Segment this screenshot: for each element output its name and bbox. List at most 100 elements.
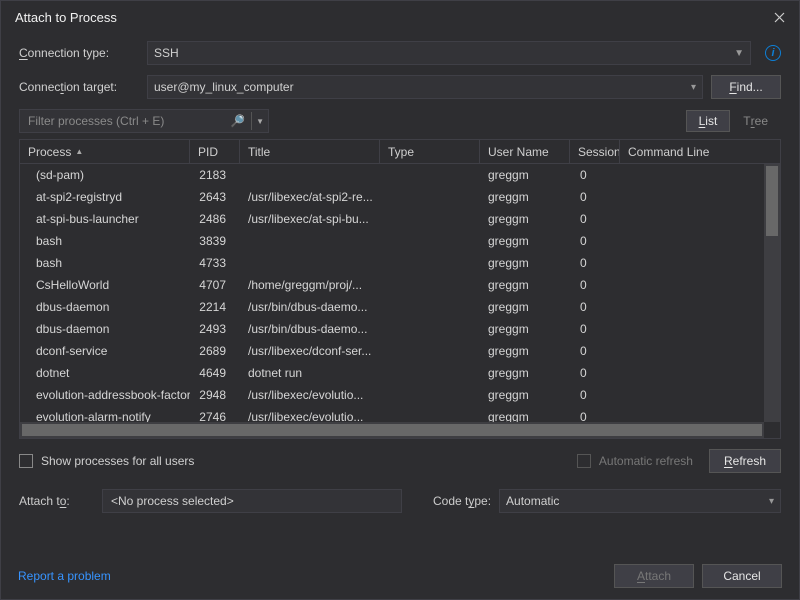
- table-row[interactable]: (sd-pam)2183greggm0: [20, 164, 764, 186]
- cell-session: 0: [570, 362, 620, 384]
- cell-session: 0: [570, 296, 620, 318]
- cell-process: (sd-pam): [20, 164, 190, 186]
- table-row[interactable]: dotnet4649dotnet rungreggm0: [20, 362, 764, 384]
- cell-cmd: [620, 252, 715, 274]
- cell-process: evolution-alarm-notify: [20, 406, 190, 422]
- cell-process: at-spi2-registryd: [20, 186, 190, 208]
- scrollbar-thumb[interactable]: [766, 166, 778, 236]
- cell-type: [380, 384, 480, 406]
- cell-type: [380, 164, 480, 186]
- cell-user: greggm: [480, 252, 570, 274]
- cell-user: greggm: [480, 208, 570, 230]
- table-row[interactable]: dbus-daemon2214/usr/bin/dbus-daemo...gre…: [20, 296, 764, 318]
- column-user[interactable]: User Name: [480, 140, 570, 164]
- close-icon: [774, 12, 785, 23]
- cell-type: [380, 186, 480, 208]
- chevron-down-icon[interactable]: ▼: [256, 117, 264, 126]
- info-icon[interactable]: i: [765, 45, 781, 61]
- cell-pid: 2746: [190, 406, 240, 422]
- column-command-line[interactable]: Command Line: [620, 140, 715, 164]
- cell-process: evolution-addressbook-factory: [20, 384, 190, 406]
- cell-cmd: [620, 318, 715, 340]
- cell-session: 0: [570, 252, 620, 274]
- cell-cmd: [620, 362, 715, 384]
- table-row[interactable]: at-spi-bus-launcher2486/usr/libexec/at-s…: [20, 208, 764, 230]
- table-body[interactable]: (sd-pam)2183greggm0at-spi2-registryd2643…: [20, 164, 764, 422]
- code-type-label: Code type:: [433, 494, 491, 508]
- refresh-button[interactable]: Refresh: [709, 449, 781, 473]
- cell-cmd: [620, 296, 715, 318]
- column-type[interactable]: Type: [380, 140, 480, 164]
- column-session[interactable]: Session: [570, 140, 620, 164]
- table-row[interactable]: evolution-addressbook-factory2948/usr/li…: [20, 384, 764, 406]
- cell-session: 0: [570, 318, 620, 340]
- cell-title: dotnet run: [240, 362, 380, 384]
- cell-pid: 2183: [190, 164, 240, 186]
- cell-process: CsHelloWorld: [20, 274, 190, 296]
- cell-user: greggm: [480, 318, 570, 340]
- cell-pid: 2493: [190, 318, 240, 340]
- report-problem-link[interactable]: Report a problem: [18, 569, 111, 583]
- table-row[interactable]: at-spi2-registryd2643/usr/libexec/at-spi…: [20, 186, 764, 208]
- show-all-users-checkbox[interactable]: Show processes for all users: [19, 454, 194, 468]
- scrollbar-thumb[interactable]: [22, 424, 762, 436]
- chevron-down-icon: ▾: [769, 496, 774, 507]
- cell-session: 0: [570, 274, 620, 296]
- connection-type-value: SSH: [154, 46, 179, 60]
- attach-to-field[interactable]: <No process selected>: [102, 489, 402, 513]
- cell-user: greggm: [480, 406, 570, 422]
- connection-type-combo[interactable]: SSH ▼: [147, 41, 751, 65]
- cell-type: [380, 296, 480, 318]
- code-type-value: Automatic: [506, 494, 559, 508]
- splitter: [251, 112, 252, 130]
- filter-placeholder: Filter processes (Ctrl + E): [28, 114, 230, 128]
- cell-pid: 2689: [190, 340, 240, 362]
- column-title[interactable]: Title: [240, 140, 380, 164]
- filter-input[interactable]: Filter processes (Ctrl + E) 🔍 ▼: [19, 109, 269, 133]
- close-button[interactable]: [769, 7, 789, 27]
- cell-user: greggm: [480, 186, 570, 208]
- cell-type: [380, 318, 480, 340]
- code-type-combo[interactable]: Automatic ▾: [499, 489, 781, 513]
- automatic-refresh-label: Automatic refresh: [599, 454, 693, 468]
- cell-type: [380, 274, 480, 296]
- cell-pid: 4649: [190, 362, 240, 384]
- cell-pid: 4707: [190, 274, 240, 296]
- cell-title: [240, 230, 380, 252]
- titlebar: Attach to Process: [1, 1, 799, 33]
- table-row[interactable]: evolution-alarm-notify2746/usr/libexec/e…: [20, 406, 764, 422]
- attach-button: Attach: [614, 564, 694, 588]
- cell-cmd: [620, 208, 715, 230]
- cancel-button[interactable]: Cancel: [702, 564, 782, 588]
- table-row[interactable]: dbus-daemon2493/usr/bin/dbus-daemo...gre…: [20, 318, 764, 340]
- table-row[interactable]: bash4733greggm0: [20, 252, 764, 274]
- cell-pid: 2643: [190, 186, 240, 208]
- table-row[interactable]: bash3839greggm0: [20, 230, 764, 252]
- vertical-scrollbar[interactable]: [764, 164, 780, 422]
- column-pid[interactable]: PID: [190, 140, 240, 164]
- cell-pid: 2948: [190, 384, 240, 406]
- tree-view-button[interactable]: Tree: [730, 110, 781, 132]
- column-process[interactable]: Process▲: [20, 140, 190, 164]
- cell-session: 0: [570, 186, 620, 208]
- sort-asc-icon: ▲: [75, 147, 83, 156]
- horizontal-scrollbar[interactable]: [20, 422, 780, 438]
- cell-user: greggm: [480, 340, 570, 362]
- search-icon: 🔍: [230, 114, 245, 128]
- connection-target-combo[interactable]: user@my_linux_computer ▾: [147, 75, 703, 99]
- cell-title: /usr/libexec/evolutio...: [240, 406, 380, 422]
- list-view-button[interactable]: List: [686, 110, 731, 132]
- checkbox-icon: [577, 454, 591, 468]
- table-row[interactable]: dconf-service2689/usr/libexec/dconf-ser.…: [20, 340, 764, 362]
- scrollbar-corner: [764, 422, 780, 438]
- table-row[interactable]: CsHelloWorld4707/home/greggm/proj/...gre…: [20, 274, 764, 296]
- cell-process: dbus-daemon: [20, 318, 190, 340]
- attach-to-value: <No process selected>: [111, 494, 234, 508]
- cell-session: 0: [570, 208, 620, 230]
- cell-cmd: [620, 406, 715, 422]
- cell-type: [380, 362, 480, 384]
- find-button[interactable]: Find...: [711, 75, 781, 99]
- cell-process: at-spi-bus-launcher: [20, 208, 190, 230]
- view-toggle: List Tree: [686, 110, 781, 132]
- cell-process: dotnet: [20, 362, 190, 384]
